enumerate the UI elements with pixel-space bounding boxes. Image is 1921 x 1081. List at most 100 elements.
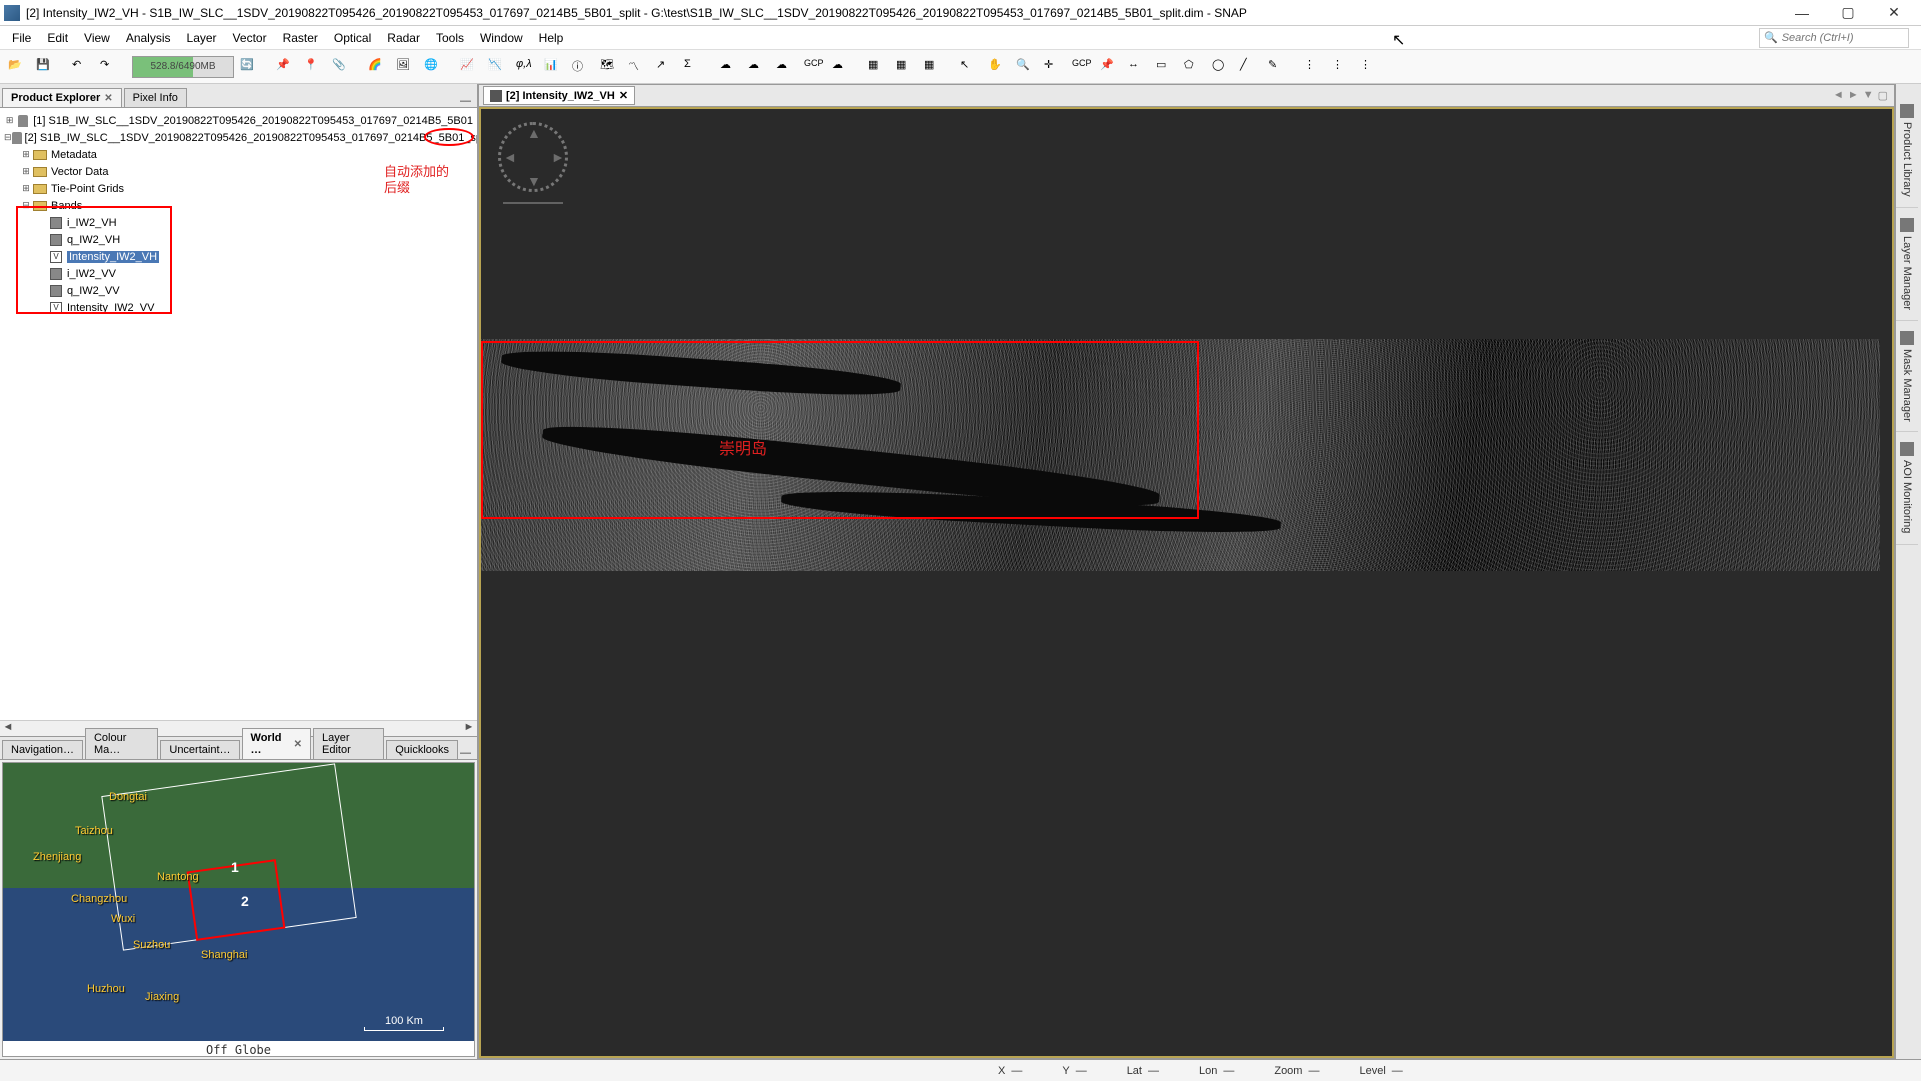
close-icon[interactable]: ✕: [294, 739, 302, 750]
nav-down-icon[interactable]: ▼: [527, 173, 541, 189]
menu-tools[interactable]: Tools: [428, 28, 472, 48]
nav-widget[interactable]: ▲ ▼ ◄ ►: [493, 117, 573, 217]
sigma-button[interactable]: Σ: [680, 54, 706, 80]
tree-band-2[interactable]: VIntensity_IW2_VH: [4, 248, 473, 265]
tab-colour[interactable]: Colour Ma…: [85, 728, 158, 759]
menu-layer[interactable]: Layer: [179, 28, 225, 48]
stats-button[interactable]: 〽: [624, 54, 650, 80]
close-icon[interactable]: ✕: [104, 93, 112, 104]
info-button[interactable]: ⓘ: [568, 54, 594, 80]
image-tab[interactable]: [2] Intensity_IW2_VH ✕: [483, 86, 635, 105]
side-tab-aoi[interactable]: AOI Monitoring: [1896, 432, 1918, 544]
cloud1-button[interactable]: ☁: [716, 54, 742, 80]
redo-button[interactable]: ↷: [96, 54, 122, 80]
tree-band-5[interactable]: VIntensity_IW2_VV: [4, 299, 473, 316]
tab-uncertainty[interactable]: Uncertaint…: [160, 740, 239, 759]
undo-button[interactable]: ↶: [68, 54, 94, 80]
menu-vector[interactable]: Vector: [225, 28, 275, 48]
zoom-slider[interactable]: [503, 202, 563, 208]
profile-button[interactable]: 📈: [456, 54, 482, 80]
next-tab-icon[interactable]: ►: [1848, 89, 1859, 102]
pin-tool-button[interactable]: 📎: [328, 54, 354, 80]
cloud2-button[interactable]: ☁: [744, 54, 770, 80]
scatter-button[interactable]: 📉: [484, 54, 510, 80]
minimize-panel-icon[interactable]: —: [460, 747, 471, 759]
tree-band-4[interactable]: q_IW2_VV: [4, 282, 473, 299]
tab-quicklooks[interactable]: Quicklooks: [386, 740, 458, 759]
menu-edit[interactable]: Edit: [39, 28, 76, 48]
cloud4-button[interactable]: ☁: [828, 54, 854, 80]
menu-file[interactable]: File: [4, 28, 39, 48]
tab-product-explorer[interactable]: Product Explorer ✕: [2, 88, 122, 107]
save-button[interactable]: 💾: [32, 54, 58, 80]
maximize-icon[interactable]: ▢: [1878, 89, 1888, 102]
tab-pixel-info[interactable]: Pixel Info: [124, 88, 187, 107]
overflow2-button[interactable]: ⋮: [1328, 54, 1354, 80]
menu-view[interactable]: View: [76, 28, 118, 48]
tree-metadata[interactable]: ⊞Metadata: [4, 146, 473, 163]
overflow1-button[interactable]: ⋮: [1300, 54, 1326, 80]
globe-button[interactable]: 🌐: [420, 54, 446, 80]
minimize-panel-icon[interactable]: —: [460, 95, 471, 107]
tree-product-2[interactable]: ⊟[2] S1B_IW_SLC__1SDV_20190822T095426_20…: [4, 129, 473, 146]
menu-help[interactable]: Help: [531, 28, 572, 48]
color-button[interactable]: 🌈: [364, 54, 390, 80]
tree-bands[interactable]: ⊟Bands: [4, 197, 473, 214]
world-map-panel[interactable]: 1 2 DongtaiTaizhouZhenjiangNantongChangz…: [2, 762, 475, 1057]
refresh-button[interactable]: 🔄: [236, 54, 262, 80]
dropdown-icon[interactable]: ▼: [1863, 89, 1874, 102]
spectrum-button[interactable]: φ,λ: [512, 54, 538, 80]
menu-raster[interactable]: Raster: [275, 28, 326, 48]
nav-right-icon[interactable]: ►: [551, 149, 565, 165]
draw-button[interactable]: ✎: [1264, 54, 1290, 80]
menu-analysis[interactable]: Analysis: [118, 28, 179, 48]
side-tab-product-library[interactable]: Product Library: [1896, 94, 1918, 208]
pin2-button[interactable]: 📌: [1096, 54, 1122, 80]
histogram-button[interactable]: 📊: [540, 54, 566, 80]
pin-add-button[interactable]: 📍: [300, 54, 326, 80]
search-box[interactable]: 🔍: [1759, 28, 1909, 48]
menu-window[interactable]: Window: [472, 28, 531, 48]
crosshair-button[interactable]: ✛: [1040, 54, 1066, 80]
range-button[interactable]: ↔: [1124, 54, 1150, 80]
pin-button[interactable]: 📌: [272, 54, 298, 80]
tree-hscroll[interactable]: ◄ ►: [0, 720, 477, 736]
product-tree[interactable]: ⊞[1] S1B_IW_SLC__1SDV_20190822T095426_20…: [0, 108, 477, 720]
side-tab-mask-manager[interactable]: Mask Manager: [1896, 321, 1918, 433]
maximize-button[interactable]: ▢: [1825, 0, 1871, 26]
line-button[interactable]: ╱: [1236, 54, 1262, 80]
select-button[interactable]: ↖: [956, 54, 982, 80]
tab-layer-editor[interactable]: Layer Editor: [313, 728, 384, 759]
side-tab-layer-manager[interactable]: Layer Manager: [1896, 208, 1918, 321]
menu-optical[interactable]: Optical: [326, 28, 379, 48]
nav-up-icon[interactable]: ▲: [527, 125, 541, 141]
tab-navigation[interactable]: Navigation…: [2, 740, 83, 759]
tab-world[interactable]: World … ✕: [242, 728, 311, 759]
close-button[interactable]: ✕: [1871, 0, 1917, 26]
tree-band-1[interactable]: q_IW2_VH: [4, 231, 473, 248]
tree-band-0[interactable]: i_IW2_VH: [4, 214, 473, 231]
overview-button[interactable]: 🖼: [392, 54, 418, 80]
cloud3-button[interactable]: ☁: [772, 54, 798, 80]
scroll-left-icon[interactable]: ◄: [0, 721, 16, 736]
poly-button[interactable]: ⬠: [1180, 54, 1206, 80]
gcp-label[interactable]: GCP: [800, 54, 826, 80]
nav-left-icon[interactable]: ◄: [503, 149, 517, 165]
rect-button[interactable]: ▭: [1152, 54, 1178, 80]
geo-button[interactable]: 🗺: [596, 54, 622, 80]
zoom-button[interactable]: 🔍: [1012, 54, 1038, 80]
gcp2-button[interactable]: GCP: [1068, 54, 1094, 80]
correl-button[interactable]: ↗: [652, 54, 678, 80]
search-input[interactable]: [1782, 32, 1904, 44]
grid2-button[interactable]: ▦: [892, 54, 918, 80]
scroll-right-icon[interactable]: ►: [461, 721, 477, 736]
minimize-button[interactable]: —: [1779, 0, 1825, 26]
close-icon[interactable]: ✕: [619, 89, 628, 102]
open-button[interactable]: 📂: [4, 54, 30, 80]
prev-tab-icon[interactable]: ◄: [1833, 89, 1844, 102]
world-map-canvas[interactable]: 1 2 DongtaiTaizhouZhenjiangNantongChangz…: [3, 763, 474, 1041]
memory-indicator[interactable]: 528.8/6490MB: [132, 56, 234, 78]
pan-button[interactable]: ✋: [984, 54, 1010, 80]
overflow3-button[interactable]: ⋮: [1356, 54, 1382, 80]
menu-radar[interactable]: Radar: [379, 28, 428, 48]
